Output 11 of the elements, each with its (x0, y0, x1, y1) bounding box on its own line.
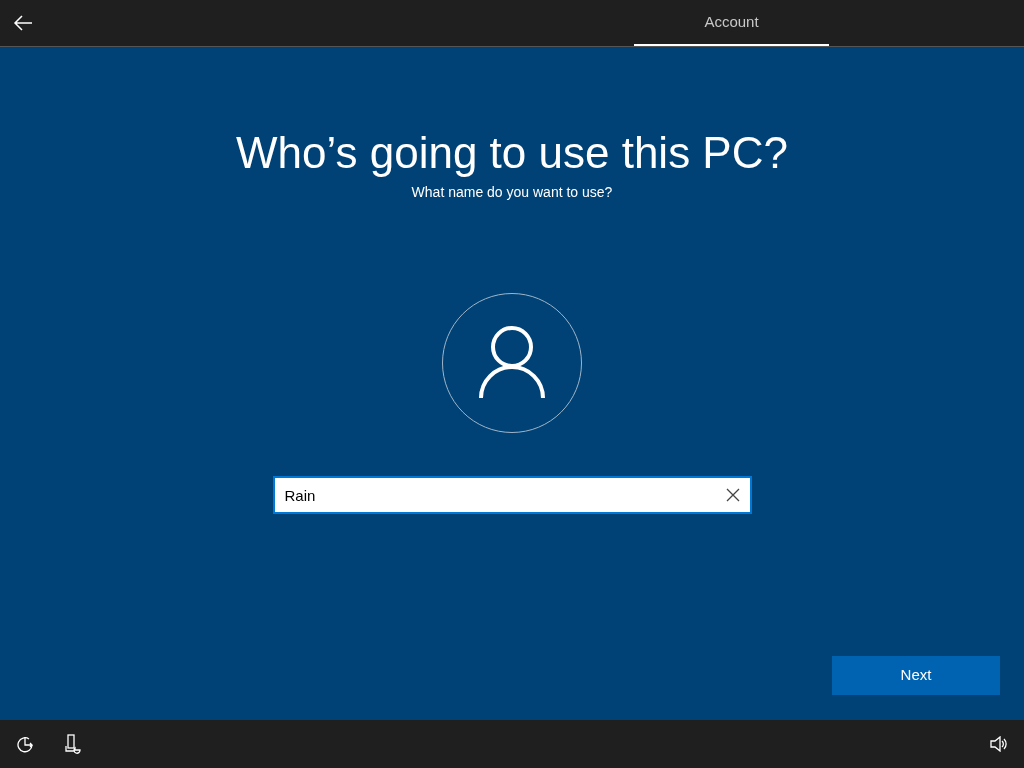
page-title: Who’s going to use this PC? (236, 127, 788, 179)
ease-of-access-icon[interactable] (16, 735, 34, 753)
next-button[interactable]: Next (832, 656, 1000, 695)
microphone-icon[interactable] (64, 734, 82, 754)
page-subtitle: What name do you want to use? (411, 183, 613, 202)
clear-icon[interactable] (725, 488, 740, 502)
name-input-field[interactable]: Rain (272, 476, 752, 514)
speaker-icon[interactable] (990, 736, 1008, 752)
back-arrow-icon (13, 15, 33, 31)
person-icon (479, 326, 545, 400)
step-tab[interactable]: Account (634, 0, 829, 46)
